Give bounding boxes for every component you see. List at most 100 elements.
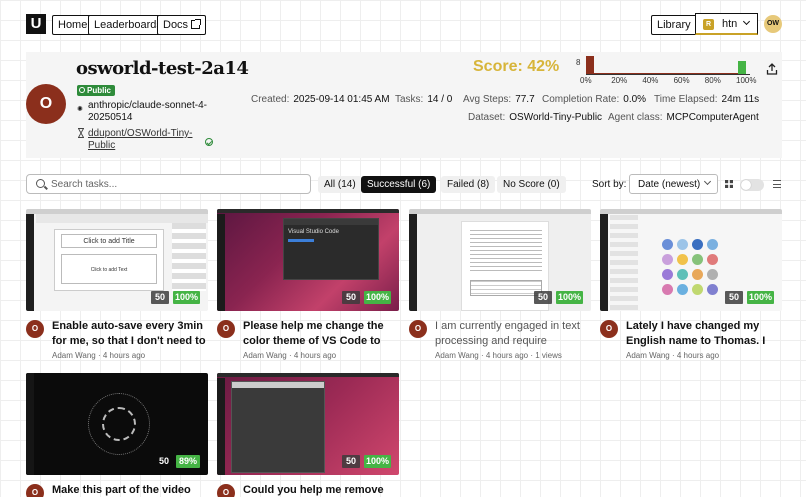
task-title[interactable]: Could you help me remove the do [243,483,399,497]
view-toggle[interactable] [740,179,764,191]
chevron-down-icon [703,177,712,186]
user-avatar[interactable]: OW [764,15,782,33]
task-meta: Adam Wang · 4 hours ago · 1 views [435,351,562,360]
model-name: anthropic/claude-sonnet-4-20250514 [88,100,207,123]
task-thumbnail[interactable]: Visual Studio Code 50 100% [217,209,399,311]
avatar-option [692,269,703,280]
search-box[interactable] [26,174,311,194]
task-meta: Adam Wang · 4 hours ago [243,351,337,360]
author-avatar: O [600,320,618,338]
avatar-option [707,269,718,280]
stat-avg-steps: Avg Steps: 77.7 [463,94,535,105]
app-logo[interactable]: U [26,14,46,34]
task-thumbnail[interactable]: 50 89% [26,373,208,475]
dataset-link[interactable]: ddupont/OSWorld-Tiny-Public [88,128,198,152]
org-badge: R [703,19,714,30]
task-title[interactable]: Please help me change the color theme of… [243,319,399,349]
top-nav: U Home Leaderboards Docs Library R htn O… [0,0,806,48]
avatar-option [677,269,688,280]
share-icon[interactable] [766,63,778,75]
histogram-tick-label: 20% [611,76,628,85]
step-count-badge: 50 [342,291,360,304]
author-avatar: O [217,484,235,497]
avatar-option [707,254,718,265]
histogram-tick-label: 80% [704,76,721,85]
histogram-tick-label: 40% [642,76,659,85]
task-title[interactable]: Enable auto-save every 3min for me, so t… [52,319,208,349]
histogram-tick-label: 60% [673,76,690,85]
search-input[interactable] [51,177,301,191]
avatar-option [662,239,673,250]
histogram-y-max: 8 [576,58,581,67]
globe-icon [79,87,85,93]
task-thumbnail[interactable]: 50 100% [409,209,591,311]
score-badge: 100% [556,291,583,304]
list-view-icon[interactable] [773,180,781,188]
avatar-option [692,239,703,250]
filter-failed[interactable]: Failed (8) [441,176,496,193]
score: Score: 42% [473,58,560,75]
stat-tasks: Tasks: 14 / 0 [395,94,453,105]
task-title[interactable]: I am currently engaged in text processin… [435,319,591,349]
avatar-option [707,239,718,250]
stat-time-elapsed: Time Elapsed: 24m 11s [654,94,760,105]
vscode-window: Visual Studio Code [283,218,379,280]
run-avatar: O [26,84,66,124]
stat-created: Created: 2025-09-14 01:45 AM [251,94,390,105]
visibility-label: Public [87,86,112,95]
score-badge: 100% [364,291,391,304]
histogram-bar [586,56,594,74]
histogram-bar [738,60,746,74]
docs-label: Docs [163,19,189,31]
run-header: O osworld-test-2a14 Public ✺ anthropic/c… [26,52,782,158]
leaderboards-button[interactable]: Leaderboards [88,15,168,35]
task-thumbnail[interactable]: Click to add Title Click to add Text 50 … [26,209,208,311]
step-count-badge: 50 [534,291,552,304]
task-title[interactable]: Make this part of the video my co [52,483,208,497]
grid-view-icon[interactable] [725,180,733,188]
app-window [231,381,325,473]
avatar-option [662,269,673,280]
sort-select[interactable]: Date (newest) [629,174,718,194]
avatar-option [662,254,673,265]
hourglass-icon [78,128,84,138]
task-meta: Adam Wang · 4 hours ago [52,351,146,360]
task-thumbnail[interactable]: 50 100% [600,209,782,311]
sort-value: Date (newest) [638,179,701,190]
docs-button[interactable]: Docs [157,15,207,35]
score-badge: 100% [364,455,391,468]
score-badge: 100% [173,291,200,304]
task-title[interactable]: Lately I have changed my English name to… [626,319,782,349]
avatar-option [677,239,688,250]
histogram-bars [586,56,750,75]
avatar-option [692,254,703,265]
filter-no-score[interactable]: No Score (0) [497,176,566,193]
filter-all[interactable]: All (14) [318,176,362,193]
step-count-badge: 50 [342,455,360,468]
chevron-down-icon [742,17,751,26]
verified-check-icon [205,138,213,146]
step-count-badge: 50 [151,291,169,304]
avatar-option [677,254,688,265]
avatar-option [692,284,703,295]
author-avatar: O [217,320,235,338]
org-selector[interactable]: R htn [695,13,758,35]
avatar-option [677,284,688,295]
slide-preview: Click to add Title Click to add Text [54,229,164,291]
histogram-bar [594,73,738,74]
score-badge: 89% [176,455,200,468]
filter-successful[interactable]: Successful (6) [361,176,437,193]
avatar-option [707,284,718,295]
step-count-badge: 50 [725,291,743,304]
histogram-tick-label: 0% [580,76,592,85]
task-thumbnail[interactable]: 50 100% [217,373,399,475]
org-name: htn [722,18,738,30]
model-icon: ✺ [77,106,83,113]
score-badge: 100% [747,291,774,304]
author-avatar: O [26,320,44,338]
task-meta: Adam Wang · 4 hours ago [626,351,720,360]
step-count-badge: 50 [158,456,169,466]
histogram-tick-label: 100% [736,76,757,85]
library-button[interactable]: Library [651,15,697,35]
stat-agent-class: Agent class: MCPComputerAgent [608,112,759,123]
